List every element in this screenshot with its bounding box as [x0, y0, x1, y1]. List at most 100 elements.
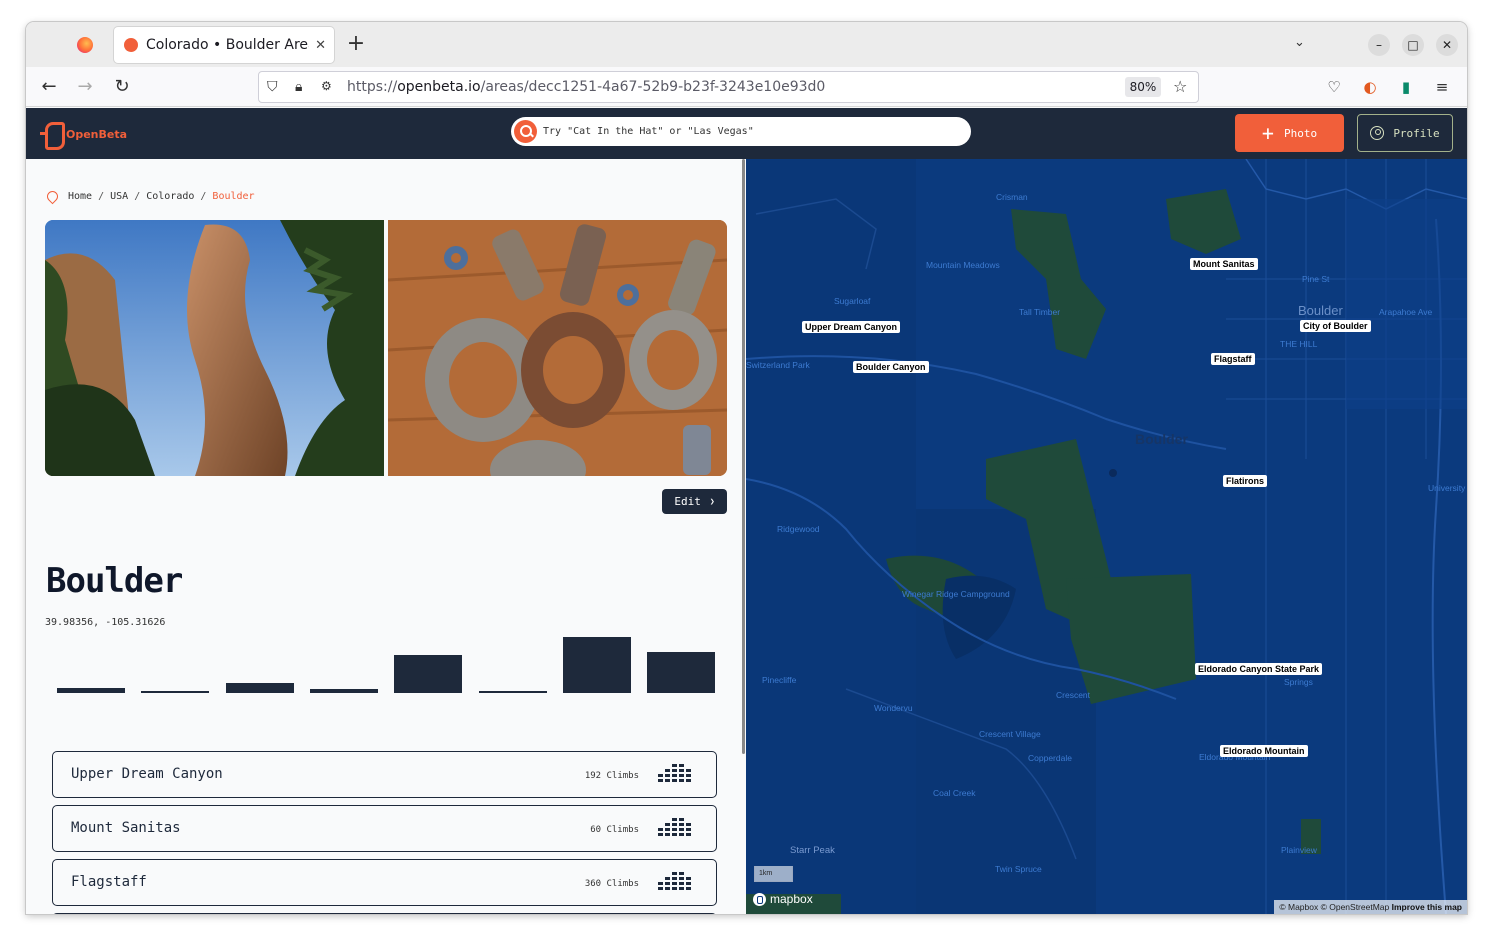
photo-climbing-hardware[interactable] [388, 220, 727, 476]
chevron-down-icon[interactable]: ⌄ [1294, 35, 1305, 50]
pocket-icon[interactable]: ♡ [1324, 77, 1344, 97]
improve-map-link[interactable]: Improve this map [1392, 902, 1462, 912]
panel-scrollbar[interactable] [742, 159, 745, 754]
sub-area-card[interactable]: Mount Sanitas 60 Climbs [52, 805, 717, 852]
permissions-icon[interactable]: ⚙ [321, 79, 332, 93]
sub-area-card[interactable]: Upper Dream Canyon 192 Climbs [52, 751, 717, 798]
map-marker-city-of-boulder[interactable]: City of Boulder [1300, 320, 1371, 332]
map-place-crescent-village: Crescent Village [979, 729, 1041, 739]
attribution-text: © Mapbox © OpenStreetMap [1279, 902, 1390, 912]
grade-distribution-icon [658, 871, 694, 891]
add-photo-button[interactable]: + Photo [1235, 114, 1344, 152]
map-place-the-hill: THE HILL [1280, 339, 1318, 349]
map-place-pinecliffe: Pinecliffe [762, 675, 797, 685]
firefox-view-button[interactable] [70, 31, 100, 59]
map-place-copperdale: Copperdale [1028, 753, 1072, 763]
back-button[interactable]: ← [38, 76, 60, 98]
area-map[interactable]: Crisman Mountain Meadows Sugarloaf Tall … [746, 159, 1467, 914]
map-place-springs: Springs [1284, 677, 1313, 687]
map-place-ridgewood: Ridgewood [777, 524, 820, 534]
plus-icon: + [1261, 121, 1274, 145]
extension-2-icon[interactable]: ▮ [1396, 77, 1416, 97]
minimize-button[interactable]: – [1368, 34, 1390, 56]
map-place-switzerland-park: Switzerland Park [746, 360, 810, 370]
breadcrumb-usa[interactable]: USA [110, 191, 128, 202]
map-place-crisman: Crisman [996, 192, 1028, 202]
map-place-sugarloaf: Sugarloaf [834, 296, 871, 306]
sub-area-card[interactable]: Flagstaff 360 Climbs [52, 859, 717, 906]
mapbox-logo[interactable]: mapbox [753, 892, 813, 906]
map-marker-eldorado-canyon[interactable]: Eldorado Canyon State Park [1195, 663, 1323, 675]
nav-bar: ← → ↻ ⛉ 🔒︎ ⚙ https://openbeta.io/areas/d… [26, 67, 1467, 107]
url-text[interactable]: https://openbeta.io/areas/decc1251-4a67-… [347, 79, 825, 95]
breadcrumb-home[interactable]: Home [68, 191, 92, 202]
map-pin-icon [44, 188, 61, 205]
bookmark-star-icon[interactable]: ☆ [1173, 77, 1187, 96]
user-icon [1370, 126, 1385, 140]
breadcrumb-separator: / [134, 191, 141, 202]
histogram-bar [647, 652, 716, 693]
menu-icon[interactable]: ≡ [1432, 77, 1452, 97]
map-place-university: University of Colorado Boulder [1428, 483, 1467, 493]
browser-window: Colorado • Boulder Area ✕ + ⌄ – □ ✕ ← → … [26, 22, 1467, 914]
photo-rock-spire[interactable] [45, 220, 384, 476]
map-place-arapahoe-ave: Arapahoe Ave [1379, 307, 1433, 317]
sub-area-name: Flagstaff [71, 874, 147, 890]
bolts-hangers-image [388, 220, 727, 476]
tab-strip: Colorado • Boulder Area ✕ + ⌄ – □ ✕ [26, 22, 1467, 67]
breadcrumb-colorado[interactable]: Colorado [146, 191, 194, 202]
new-tab-button[interactable]: + [344, 33, 368, 57]
search-bar[interactable] [511, 117, 971, 146]
extension-icon[interactable]: ◐ [1360, 77, 1380, 97]
map-marker-eldorado-mountain[interactable]: Eldorado Mountain [1220, 745, 1308, 757]
close-window-button[interactable]: ✕ [1436, 34, 1458, 56]
map-marker-flatirons[interactable]: Flatirons [1223, 475, 1268, 487]
map-place-mountain-meadows: Mountain Meadows [926, 260, 1000, 270]
chevron-down-icon: ❯ [709, 497, 715, 506]
mapbox-wordmark: mapbox [770, 892, 813, 906]
maximize-button[interactable]: □ [1402, 34, 1424, 56]
map-marker-upper-dream-canyon[interactable]: Upper Dream Canyon [802, 321, 901, 333]
sub-area-name: Mount Sanitas [71, 820, 181, 836]
search-icon[interactable] [514, 120, 537, 143]
map-place-wondervu: Wondervu [874, 703, 913, 713]
search-input[interactable] [543, 122, 963, 140]
page-title: Boulder [46, 561, 183, 601]
breadcrumb-current: Boulder [212, 191, 255, 202]
map-place-starr-peak: Starr Peak [790, 845, 835, 856]
profile-button[interactable]: Profile [1357, 114, 1453, 152]
map-marker-boulder-canyon[interactable]: Boulder Canyon [853, 361, 929, 373]
grade-distribution-icon [658, 763, 694, 783]
close-tab-icon[interactable]: ✕ [315, 38, 326, 53]
grade-histogram [57, 635, 716, 693]
zoom-indicator[interactable]: 80% [1125, 77, 1161, 97]
sub-area-climb-count: 60 Climbs [590, 825, 639, 835]
photo-button-label: Photo [1283, 126, 1318, 140]
app-header: OpenBeta + Photo Profile [26, 108, 1467, 159]
forward-button[interactable]: → [74, 76, 96, 98]
map-place-tall-timber: Tall Timber [1019, 307, 1061, 317]
histogram-bar [394, 655, 463, 693]
map-place-crescent: Crescent [1056, 690, 1091, 700]
map-place-pine-st: Pine St [1302, 274, 1330, 284]
shield-icon[interactable]: ⛉ [267, 79, 278, 95]
map-center-label: Boulder [1135, 431, 1188, 447]
grade-distribution-icon [658, 817, 694, 837]
map-marker-mount-sanitas[interactable]: Mount Sanitas [1190, 258, 1258, 270]
openbeta-logo[interactable]: OpenBeta [40, 122, 127, 150]
histogram-bar [141, 691, 210, 693]
tab-active[interactable]: Colorado • Boulder Area ✕ [114, 27, 334, 63]
reload-button[interactable]: ↻ [111, 76, 133, 98]
sub-area-card[interactable]: Eldorado Mountain [52, 913, 717, 914]
map-marker-flagstaff[interactable]: Flagstaff [1211, 353, 1255, 365]
lock-icon[interactable]: 🔒︎ [295, 79, 302, 95]
breadcrumb-separator: / [200, 191, 207, 202]
map-place-plainview: Plainview [1281, 845, 1317, 855]
histogram-bar [57, 688, 125, 693]
map-place-boulder-city: Boulder [1298, 303, 1343, 318]
edit-button[interactable]: Edit ❯ [662, 489, 727, 514]
map-place-twin-spruce: Twin Spruce [995, 864, 1042, 874]
url-bar[interactable]: ⛉ 🔒︎ ⚙ https://openbeta.io/areas/decc125… [258, 71, 1199, 103]
firefox-icon [77, 37, 93, 53]
openbeta-favicon-icon [124, 38, 138, 52]
